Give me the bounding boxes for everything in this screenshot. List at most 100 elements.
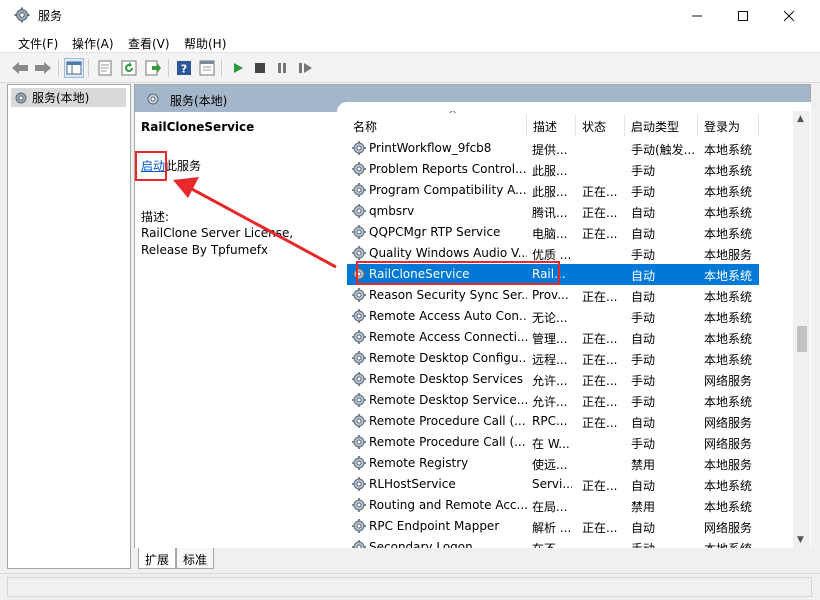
properties-button[interactable]: [95, 58, 115, 78]
service-gear-icon: [352, 246, 366, 260]
minimize-button[interactable]: [674, 0, 720, 31]
service-gear-icon: [352, 330, 366, 344]
toolbar-separator: [88, 59, 89, 77]
service-gear-icon: [352, 498, 366, 512]
service-gear-icon: [352, 225, 366, 239]
service-gear-icon: [352, 393, 366, 407]
service-logon-cell: 本地服务: [704, 458, 753, 472]
tab-extended[interactable]: 扩展: [138, 548, 177, 569]
service-logon-cell: 本地系统: [704, 290, 753, 304]
service-startup-cell: 自动: [631, 416, 656, 430]
table-row[interactable]: QQPCMgr RTP Service 电脑... 正在... 自动 本地系统: [347, 222, 759, 243]
service-gear-icon: [352, 204, 366, 218]
table-row[interactable]: Quality Windows Audio V... 优质 ... 手动 本地服务: [347, 243, 759, 264]
table-row[interactable]: Remote Access Connecti... 管理... 正在... 自动 本地系…: [347, 327, 759, 348]
service-name-cell: QQPCMgr RTP Service: [369, 225, 501, 239]
service-name-cell: Routing and Remote Acc...: [369, 498, 527, 512]
service-startup-cell: 自动: [631, 269, 656, 283]
column-divider[interactable]: [575, 114, 576, 136]
start-service-button[interactable]: [228, 58, 248, 78]
service-startup-cell: 手动: [631, 311, 656, 325]
table-row[interactable]: RPC Endpoint Mapper 解析 ... 正在... 自动 网络服务: [347, 516, 759, 537]
column-divider[interactable]: [758, 114, 759, 136]
table-row-selected[interactable]: RailCloneService Rail... 自动 本地系统: [347, 264, 759, 285]
table-row[interactable]: Remote Procedure Call (... RPC... 正在... 自动 网…: [347, 411, 759, 432]
view-button[interactable]: [197, 58, 217, 78]
column-header-startup-type[interactable]: 启动类型: [631, 114, 699, 138]
stop-icon: [255, 63, 265, 73]
table-row[interactable]: RLHostService Servi... 正在... 自动 本地系统: [347, 474, 759, 495]
console-tree-button[interactable]: [64, 58, 84, 78]
table-row[interactable]: Routing and Remote Acc... 在局... 禁用 本地系统: [347, 495, 759, 516]
forward-button[interactable]: [33, 58, 53, 78]
service-gear-icon: [352, 414, 366, 428]
tab-standard[interactable]: 标准: [176, 548, 215, 569]
table-row[interactable]: Problem Reports Control... 此服... 手动 本地系统: [347, 159, 759, 180]
service-logon-cell: 本地系统: [704, 479, 753, 493]
restart-service-button[interactable]: [295, 58, 315, 78]
column-header-description[interactable]: 描述: [533, 114, 573, 138]
refresh-button[interactable]: [119, 58, 139, 78]
service-logon-cell: 本地系统: [704, 227, 753, 241]
service-gear-icon: [352, 351, 366, 365]
table-row[interactable]: Remote Access Auto Con... 无论... 手动 本地系统: [347, 306, 759, 327]
service-name-cell: Remote Procedure Call (...: [369, 435, 526, 449]
close-button[interactable]: [766, 0, 812, 31]
export-list-button[interactable]: [143, 58, 163, 78]
selected-service-name: RailCloneService: [141, 120, 255, 134]
close-icon: [783, 10, 795, 21]
service-description-cell: 允许...: [532, 374, 568, 388]
menu-help[interactable]: 帮助(H): [184, 35, 226, 52]
pause-service-button[interactable]: [272, 58, 292, 78]
service-logon-cell: 本地系统: [704, 185, 753, 199]
service-logon-cell: 本地系统: [704, 269, 753, 283]
column-header-name[interactable]: 名称 ^: [353, 111, 523, 138]
scrollbar-thumb[interactable]: [797, 326, 807, 352]
menu-view[interactable]: 查看(V): [128, 35, 170, 52]
toolbar-separator: [221, 59, 222, 77]
table-row[interactable]: Reason Security Sync Ser... Prov... 正在... 自…: [347, 285, 759, 306]
service-name-cell: Remote Access Auto Con...: [369, 309, 527, 323]
scroll-up-icon[interactable]: ▲: [797, 114, 804, 124]
column-divider[interactable]: [624, 114, 625, 136]
column-header-status[interactable]: 状态: [582, 114, 622, 138]
table-row[interactable]: Remote Registry 使远... 禁用 本地服务: [347, 453, 759, 474]
table-row[interactable]: Remote Procedure Call (... 在 W... 手动 网络服务: [347, 432, 759, 453]
toolbar-separator: [168, 59, 169, 77]
table-row[interactable]: Remote Desktop Services 允许... 正在... 手动 网络服务: [347, 369, 759, 390]
menu-action[interactable]: 操作(A): [72, 35, 114, 52]
maximize-button[interactable]: [720, 0, 766, 31]
table-row[interactable]: Program Compatibility A... 此服... 正在... 手动 本地…: [347, 180, 759, 201]
service-description-cell: Servi...: [532, 477, 572, 491]
service-startup-cell: 自动: [631, 290, 656, 304]
tree-node-services-local[interactable]: 服务(本地): [11, 88, 126, 107]
service-status-cell: 正在...: [582, 395, 618, 409]
service-description-cell: 允许...: [532, 395, 568, 409]
service-logon-cell: 本地系统: [704, 395, 753, 409]
table-row[interactable]: qmbsrv 腾讯... 正在... 自动 本地系统: [347, 201, 759, 222]
column-header-logon[interactable]: 登录为: [704, 114, 754, 138]
console-tree: 服务(本地): [7, 84, 131, 569]
column-divider[interactable]: [526, 114, 527, 136]
vertical-scrollbar[interactable]: ▲ ▼: [793, 111, 810, 549]
back-button[interactable]: [10, 58, 30, 78]
table-row[interactable]: PrintWorkflow_9fcb8 提供... 手动(触发... 本地系统: [347, 138, 759, 159]
help-button[interactable]: ?: [174, 58, 194, 78]
maximize-icon: [738, 10, 748, 21]
table-row[interactable]: Remote Desktop Service... 允许... 正在... 手动 本地系…: [347, 390, 759, 411]
column-divider[interactable]: [697, 114, 698, 136]
services-list: 名称 ^ 描述 状态 启动类型 登录为 PrintWorkflow_9fcb8 提…: [337, 111, 811, 549]
service-name-cell: Reason Security Sync Ser...: [369, 288, 527, 302]
scroll-down-icon[interactable]: ▼: [797, 535, 804, 545]
service-description-cell: 无论...: [532, 311, 568, 325]
service-action-suffix: 此服务: [165, 159, 202, 173]
service-startup-cell: 手动: [631, 374, 656, 388]
service-description-cell: 提供...: [532, 143, 568, 157]
stop-service-button[interactable]: [250, 58, 270, 78]
start-service-link[interactable]: 启动: [141, 159, 165, 173]
service-name-cell: PrintWorkflow_9fcb8: [369, 141, 492, 155]
service-gear-icon: [352, 183, 366, 197]
table-row[interactable]: Remote Desktop Configu... 远程... 正在... 手动 本地系…: [347, 348, 759, 369]
service-name-cell: Remote Desktop Service...: [369, 393, 527, 407]
menu-file[interactable]: 文件(F): [18, 35, 58, 52]
